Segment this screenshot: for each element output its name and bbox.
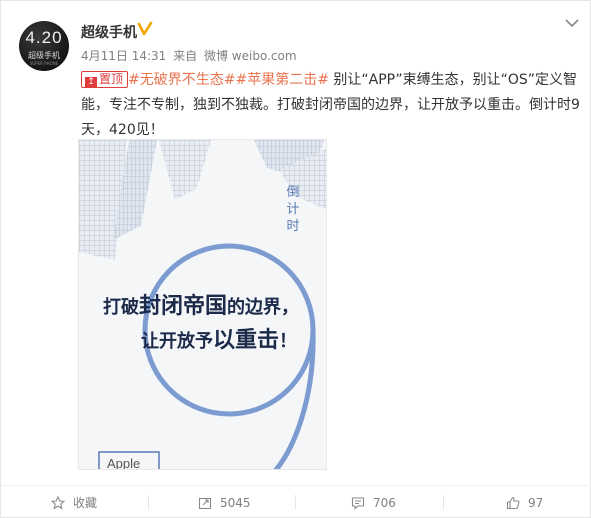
pin-icon: ↥ [85,77,97,88]
star-icon [51,495,65,510]
thumbs-up-icon [506,496,520,509]
source-link[interactable]: 微博 weibo.com [204,49,297,63]
avatar[interactable]: 4.20 超级手机 SUPER PHONE [19,21,69,71]
post-meta: 4月11日 14:31 来自 微博 weibo.com [81,47,300,64]
avatar-tagline: SUPER PHONE [29,61,59,66]
divider [443,495,444,510]
pinned-badge: ↥ 置顶 [81,71,129,88]
divider [295,495,296,510]
favorite-button[interactable]: 收藏 [51,486,97,518]
poster-brand-text: Apple [107,456,141,470]
divider [148,495,149,510]
comment-icon [351,496,365,510]
hashtag-link[interactable]: #无破界不生态# [128,72,235,88]
repost-count: 5045 [220,495,251,510]
building-3 [159,140,211,200]
favorite-label: 收藏 [73,496,98,510]
repost-icon [198,497,212,509]
verified-badge-icon [137,21,153,36]
weibo-post-card: 4.20 超级手机 SUPER PHONE 超级手机 4月11日 14:31 来… [0,0,591,518]
post-date[interactable]: 4月11日 14:31 [81,49,166,63]
poster-slogan-line1: 打破封闭帝国的边界， [103,288,299,320]
post-image[interactable]: 倒计时 打破封闭帝国的边界， 让开放予以重击！ Apple [78,139,327,470]
chevron-down-icon[interactable] [564,17,580,29]
username[interactable]: 超级手机 [81,22,137,42]
like-count: 97 [528,495,544,510]
avatar-number: 4.20 [25,28,63,47]
comment-count: 706 [373,495,396,510]
slogan-part: 让开放予 [141,331,213,352]
comment-button[interactable]: 706 [351,486,396,518]
countdown-vertical-label: 倒计时 [286,185,300,234]
slogan-part: 打破 [103,297,139,318]
action-bar: 收藏 5045 706 97 [1,485,591,518]
like-button[interactable]: 97 [506,486,543,518]
hashtag-link[interactable]: #苹果第二击# [235,72,328,88]
poster-slogan-line2: 让开放予以重击！ [141,322,297,354]
slogan-part: 封闭帝国 [139,294,228,319]
pinned-label: 置顶 [99,72,124,86]
source-prefix: 来自 [173,49,198,63]
avatar-name: 超级手机 [28,51,60,60]
post-text: ↥ 置顶 #无破界不生态##苹果第二击# 别让“APP”束缚生态，别让“OS”定义智… [81,68,581,143]
slogan-part: 以重击 [213,328,280,353]
slogan-part: 的边界， [227,297,300,318]
repost-button[interactable]: 5045 [198,486,251,518]
slogan-part: ！ [279,331,298,352]
